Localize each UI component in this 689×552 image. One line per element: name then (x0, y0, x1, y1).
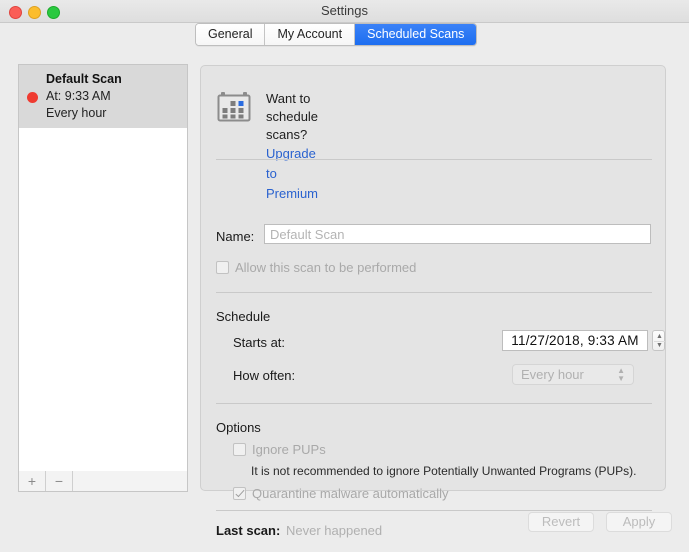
divider (216, 292, 652, 293)
window-titlebar: Settings (0, 0, 689, 23)
list-item[interactable]: Default Scan At: 9:33 AM Every hour (19, 65, 187, 128)
options-heading: Options (216, 420, 261, 435)
scan-detail-panel: Want to schedule scans? Upgrade to Premi… (200, 65, 666, 538)
ignore-pups-checkbox-row[interactable]: Ignore PUPs (233, 442, 326, 457)
add-scan-button[interactable]: + (19, 471, 46, 491)
starts-at-stepper[interactable]: ▲ ▼ (652, 330, 665, 351)
stepper-down-icon[interactable]: ▼ (653, 341, 666, 350)
pups-note-text: It is not recommended to ignore Potentia… (251, 464, 637, 478)
last-scan-value: Never happened (286, 523, 383, 538)
list-item-title: Default Scan (46, 72, 122, 86)
promo-text-block: Want to schedule scans? Upgrade to Premi… (266, 90, 318, 204)
starts-at-datetime-field[interactable]: 11/27/2018, 9:33 AM (502, 330, 648, 351)
scan-name-input[interactable] (264, 224, 651, 244)
calendar-icon (217, 92, 251, 122)
tab-scheduled-scans[interactable]: Scheduled Scans (355, 24, 477, 45)
window-title: Settings (321, 3, 368, 18)
chevron-up-down-icon: ▲ ▼ (617, 366, 625, 383)
quarantine-checkbox-row[interactable]: Quarantine malware automatically (233, 486, 449, 501)
divider (216, 159, 652, 160)
name-label: Name: (216, 229, 255, 244)
last-scan-label: Last scan: (216, 523, 281, 538)
stepper-up-icon[interactable]: ▲ (653, 332, 666, 341)
allow-scan-checkbox[interactable] (216, 261, 229, 274)
revert-button[interactable]: Revert (528, 512, 594, 532)
ignore-pups-checkbox[interactable] (233, 443, 246, 456)
settings-segmented-control[interactable]: General My Account Scheduled Scans (195, 23, 478, 46)
allow-scan-checkbox-row[interactable]: Allow this scan to be performed (216, 260, 416, 275)
quarantine-label: Quarantine malware automatically (252, 486, 449, 501)
tab-bar: General My Account Scheduled Scans (0, 23, 689, 53)
how-often-label: How often: (233, 368, 296, 383)
schedule-heading: Schedule (216, 309, 271, 324)
tab-general[interactable]: General (196, 24, 266, 45)
how-often-value: Every hour (521, 367, 584, 382)
starts-at-label: Starts at: (233, 335, 286, 350)
remove-scan-button[interactable]: − (46, 471, 73, 491)
allow-scan-label: Allow this scan to be performed (235, 260, 417, 275)
quarantine-checkbox[interactable] (233, 487, 246, 500)
promo-question: Want to schedule scans? (266, 91, 319, 142)
tab-my-account[interactable]: My Account (265, 24, 356, 45)
list-item-frequency: Every hour (46, 106, 107, 120)
divider (216, 510, 652, 511)
upgrade-to-premium-link[interactable]: Upgrade to Premium (266, 144, 318, 204)
toolbar-filler (73, 471, 187, 491)
list-item-time: At: 9:33 AM (46, 89, 111, 103)
scan-list-toolbar: + − (18, 471, 188, 492)
ignore-pups-label: Ignore PUPs (252, 442, 326, 457)
scheduled-scans-list[interactable]: Default Scan At: 9:33 AM Every hour (18, 64, 188, 492)
scan-status-dot-icon (27, 92, 38, 103)
apply-button[interactable]: Apply (606, 512, 672, 532)
how-often-popup-button[interactable]: Every hour ▲ ▼ (512, 364, 634, 385)
divider (216, 403, 652, 404)
